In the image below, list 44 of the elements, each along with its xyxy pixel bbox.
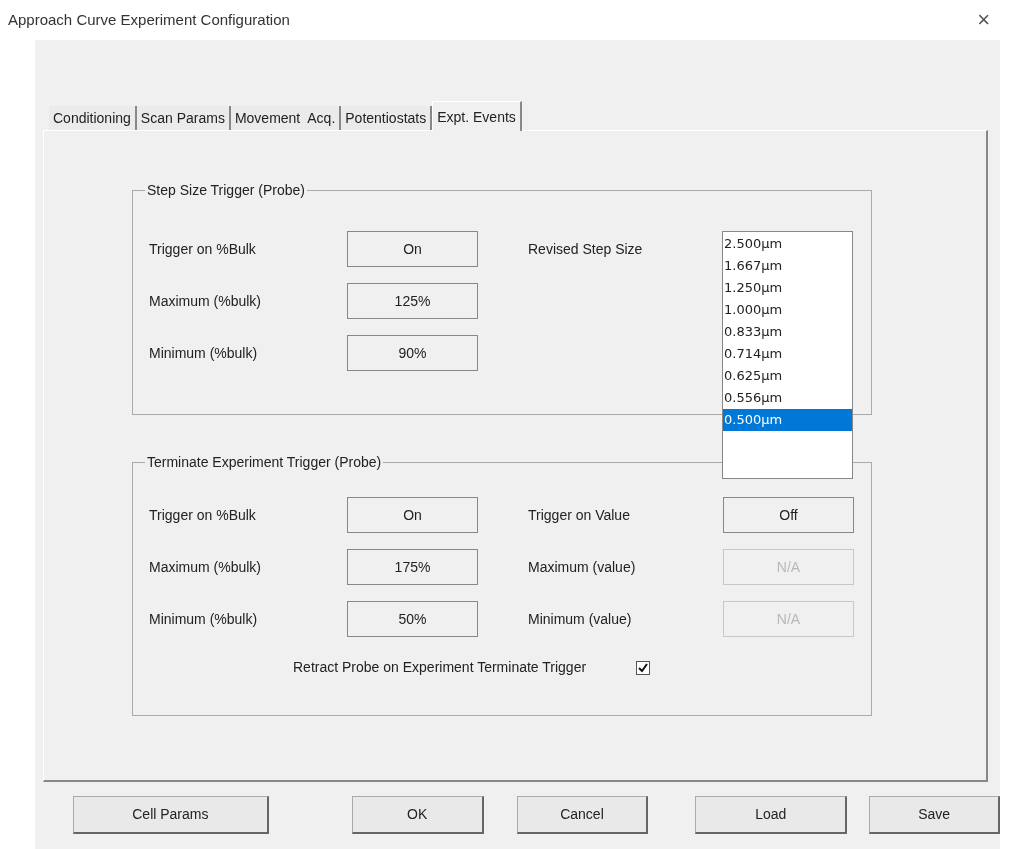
close-button[interactable]: × <box>977 9 990 31</box>
tab[interactable]: Movement Acq. <box>230 106 342 130</box>
list-item[interactable]: 1.250µm <box>723 277 852 299</box>
checkmark-icon <box>638 662 649 673</box>
list-item[interactable]: 0.500µm <box>723 409 852 431</box>
tab[interactable]: Expt. Events <box>432 101 522 131</box>
dialog-button[interactable]: Cancel <box>516 796 649 834</box>
value-field[interactable]: 90% <box>347 335 478 371</box>
list-item[interactable]: 0.556µm <box>723 387 852 409</box>
field-label: Minimum (value) <box>528 609 633 629</box>
checkbox-label: Retract Probe on Experiment Terminate Trigger <box>293 658 587 677</box>
list-item[interactable]: 0.714µm <box>723 343 852 365</box>
dialog-button[interactable]: Save <box>869 796 1000 834</box>
field-label: Revised Step Size <box>528 240 643 259</box>
field-label: Minimum (%bulk) <box>149 609 259 629</box>
dialog-button[interactable]: OK <box>351 796 484 834</box>
step-size-list[interactable]: 2.500µm 1.667µm 1.250µm 1.000µm 0.833µm 0.714µm 0.625µm 0.556µm 0.500µm <box>722 231 853 479</box>
field-label: Maximum (value) <box>528 557 637 577</box>
value-field[interactable]: Off <box>723 497 854 533</box>
value-field[interactable]: On <box>347 231 478 267</box>
tab[interactable]: Potentiostats <box>341 106 433 130</box>
field-label: Minimum (%bulk) <box>149 343 259 363</box>
tab[interactable]: Conditioning <box>49 106 137 130</box>
list-item[interactable]: 1.000µm <box>723 299 852 321</box>
window-title: Approach Curve Experiment Configuration <box>8 9 290 30</box>
field-label: Maximum (%bulk) <box>149 557 262 577</box>
list-item[interactable]: 2.500µm <box>723 233 852 255</box>
value-field[interactable]: 175% <box>347 549 478 585</box>
tab[interactable]: Scan Params <box>136 106 231 130</box>
value-field[interactable]: 50% <box>347 601 478 637</box>
list-item[interactable]: 0.625µm <box>723 365 852 387</box>
field-label: Trigger on %Bulk <box>149 239 257 259</box>
value-field[interactable]: On <box>347 497 478 533</box>
group-title: Step Size Trigger (Probe) <box>145 181 307 199</box>
dialog-button[interactable]: Load <box>695 796 848 834</box>
field-label: Maximum (%bulk) <box>149 291 262 311</box>
dialog-button[interactable]: Cell Params <box>73 796 269 834</box>
value-field[interactable]: 125% <box>347 283 478 319</box>
list-item[interactable]: 0.833µm <box>723 321 852 343</box>
field-label: Trigger on %Bulk <box>149 505 257 525</box>
group-title: Terminate Experiment Trigger (Probe) <box>145 453 384 471</box>
list-item[interactable]: 1.667µm <box>723 255 852 277</box>
checkbox[interactable] <box>636 660 651 675</box>
field-label: Trigger on Value <box>528 505 631 525</box>
